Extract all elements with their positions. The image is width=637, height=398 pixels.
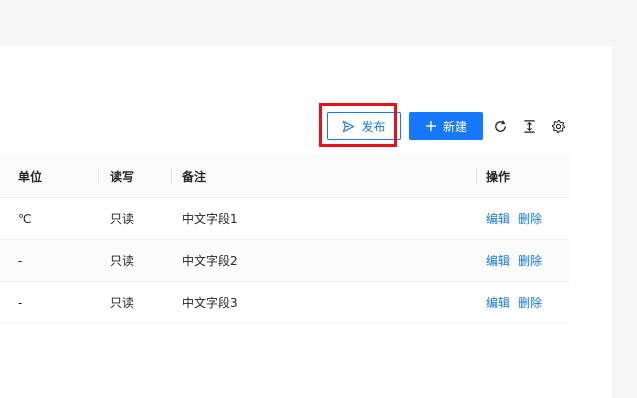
column-height-icon[interactable]: [520, 117, 538, 135]
header-separator: [476, 168, 477, 184]
new-label: 新建: [442, 119, 467, 134]
table-row: - 只读 中文字段3 编辑 删除: [0, 282, 569, 324]
publish-label: 发布: [361, 119, 386, 134]
data-table: 单位 读写 备注 操作 ℃ 只读 中文字段1 编辑 删除 - 只读 中文字段2 编…: [0, 155, 569, 324]
cell-note: 中文字段3: [182, 296, 238, 310]
table-row: - 只读 中文字段2 编辑 删除: [0, 240, 569, 282]
gear-icon[interactable]: [549, 117, 567, 135]
cell-unit: ℃: [18, 211, 32, 226]
send-icon: [342, 120, 355, 133]
delete-link[interactable]: 删除: [518, 212, 542, 226]
header-note: 备注: [182, 169, 207, 184]
table-row: ℃ 只读 中文字段1 编辑 删除: [0, 198, 569, 240]
cell-actions: 编辑 删除: [486, 210, 542, 227]
table-header-row: 单位 读写 备注 操作: [0, 155, 569, 198]
delete-link[interactable]: 删除: [518, 296, 542, 310]
cell-rw: 只读: [110, 254, 135, 268]
edit-link[interactable]: 编辑: [486, 212, 510, 226]
new-button[interactable]: 新建: [409, 112, 483, 140]
header-separator: [171, 168, 172, 184]
cell-actions: 编辑 删除: [486, 252, 542, 269]
edit-link[interactable]: 编辑: [486, 254, 510, 268]
publish-button[interactable]: 发布: [327, 112, 401, 140]
delete-link[interactable]: 删除: [518, 254, 542, 268]
refresh-icon[interactable]: [491, 117, 509, 135]
header-ops: 操作: [486, 169, 511, 184]
cell-actions: 编辑 删除: [486, 294, 542, 311]
header-rw: 读写: [110, 169, 135, 184]
cell-note: 中文字段1: [182, 212, 238, 226]
cell-unit: -: [18, 253, 23, 268]
edit-link[interactable]: 编辑: [486, 296, 510, 310]
plus-icon: [425, 120, 437, 132]
table-toolbar: 发布 新建: [0, 103, 637, 147]
cell-note: 中文字段2: [182, 254, 238, 268]
cell-unit: -: [18, 295, 23, 310]
cell-rw: 只读: [110, 212, 135, 226]
header-unit: 单位: [18, 169, 43, 184]
cell-rw: 只读: [110, 296, 135, 310]
header-separator: [98, 168, 99, 184]
